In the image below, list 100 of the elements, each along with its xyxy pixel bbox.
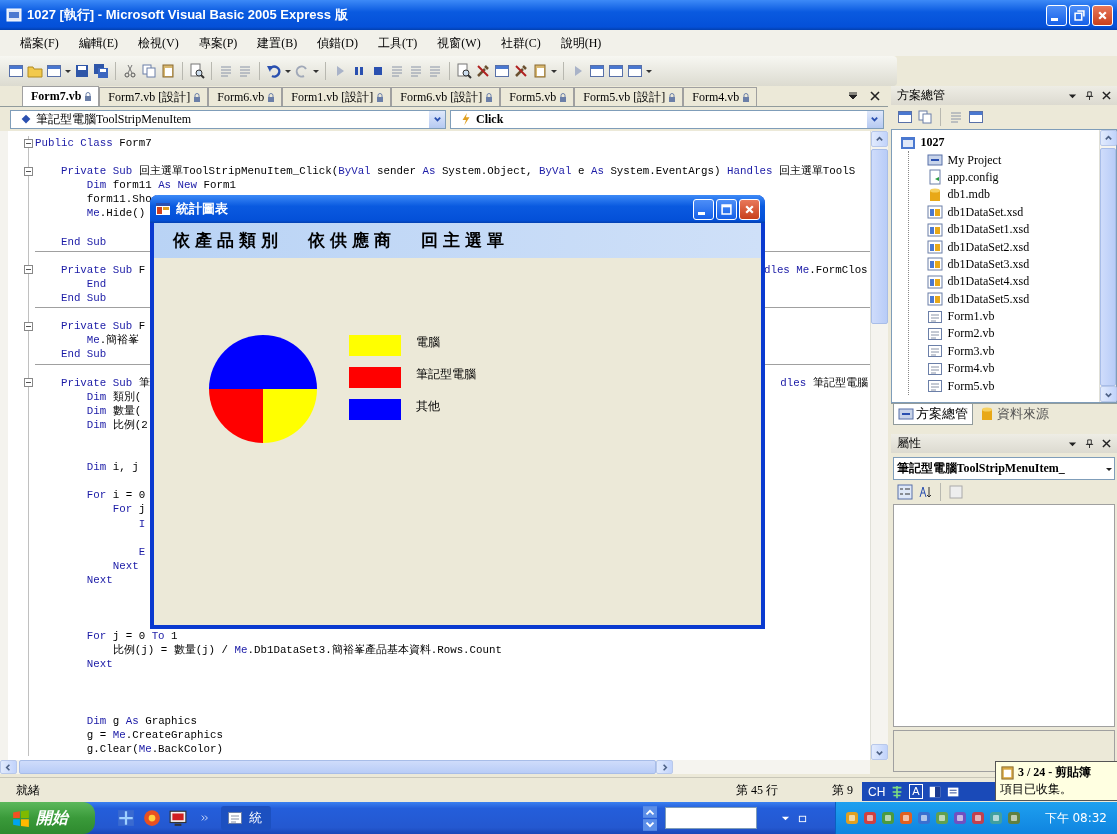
pin-icon[interactable]: [1085, 91, 1094, 100]
document-tab[interactable]: Form7.vb: [22, 86, 100, 106]
scrollbar-thumb[interactable]: [1100, 148, 1116, 386]
document-tab[interactable]: Form5.vb [設計]: [574, 87, 684, 106]
tray-icon[interactable]: [898, 810, 914, 826]
tree-item[interactable]: Form2.vb: [947, 326, 995, 342]
scroll-up-button[interactable]: [643, 805, 657, 818]
minimize-button[interactable]: [693, 198, 714, 220]
restore-icon[interactable]: [798, 813, 807, 823]
tray-icon[interactable]: [844, 810, 860, 826]
pin-icon[interactable]: [1085, 439, 1094, 448]
tree-item[interactable]: db1.mdb: [947, 187, 990, 203]
vertical-scrollbar[interactable]: [1099, 130, 1116, 402]
scissors-icon[interactable]: [122, 63, 138, 79]
input-field[interactable]: [665, 807, 757, 829]
dropdown-caret-icon[interactable]: [847, 91, 858, 101]
close-icon[interactable]: [869, 91, 880, 101]
scroll-up-button[interactable]: [1100, 130, 1117, 146]
scroll-left-button[interactable]: [0, 760, 17, 774]
close-icon[interactable]: [1102, 439, 1111, 448]
tree-item[interactable]: app.config: [947, 169, 999, 185]
grid-icon[interactable]: [117, 809, 135, 827]
window-icon[interactable]: [896, 109, 913, 125]
wrench-icon[interactable]: [475, 63, 491, 79]
tray-icon[interactable]: [916, 810, 932, 826]
sort-icon[interactable]: [916, 484, 933, 500]
panel-tab[interactable]: 方案總管: [892, 404, 973, 425]
object-dropdown[interactable]: 筆記型電腦ToolStripMenuItem: [10, 109, 446, 129]
tree-item[interactable]: 1027: [920, 135, 945, 151]
wrench-icon[interactable]: [513, 63, 529, 79]
window-icon[interactable]: [967, 109, 984, 125]
collapse-icon[interactable]: [24, 138, 33, 148]
menu-item[interactable]: 編輯(E): [78, 34, 118, 52]
menu-item[interactable]: 偵錯(D): [317, 34, 358, 52]
tree-item[interactable]: db1DataSet.xsd: [947, 204, 1024, 220]
menu-item[interactable]: 工具(T): [378, 34, 418, 52]
tray-icon[interactable]: [952, 810, 968, 826]
scroll-down-button[interactable]: [1100, 386, 1117, 402]
menu-item[interactable]: 依供應商: [308, 229, 396, 252]
horizontal-scrollbar[interactable]: [0, 760, 870, 774]
menu-item[interactable]: 檔案(F): [20, 34, 59, 52]
scroll-right-button[interactable]: [656, 760, 673, 774]
close-icon[interactable]: [1102, 91, 1111, 100]
event-dropdown[interactable]: Click: [450, 109, 884, 129]
tree-item[interactable]: Form5.vb: [947, 378, 995, 394]
window-icon[interactable]: [589, 63, 605, 79]
document-tab[interactable]: Form6.vb [設計]: [391, 87, 501, 106]
search-icon[interactable]: [456, 63, 472, 79]
language-indicator[interactable]: CH: [868, 784, 886, 799]
tree-item[interactable]: db1DataSet3.xsd: [947, 256, 1030, 272]
clipboard-icon[interactable]: [532, 63, 548, 79]
scroll-down-button[interactable]: [643, 818, 657, 831]
window-icon[interactable]: [8, 63, 24, 79]
tray-icon[interactable]: [862, 810, 878, 826]
scroll-down-button[interactable]: [870, 744, 888, 760]
document-tab[interactable]: Form7.vb [設計]: [99, 87, 209, 106]
collapse-icon[interactable]: [24, 166, 33, 176]
menu-item[interactable]: 檢視(V): [138, 34, 179, 52]
tree-item[interactable]: Form3.vb: [947, 343, 995, 359]
object-dropdown[interactable]: 筆記型電腦ToolStripMenuItem_: [892, 457, 1115, 480]
mode-button[interactable]: A: [909, 784, 923, 799]
tree-item[interactable]: db1DataSet2.xsd: [947, 239, 1030, 255]
document-tab[interactable]: Form6.vb: [208, 87, 283, 106]
chevron-icon[interactable]: [201, 814, 209, 822]
collapse-icon[interactable]: [24, 321, 33, 331]
window-icon[interactable]: [46, 63, 62, 79]
copy-icon[interactable]: [916, 109, 933, 125]
minimize-button[interactable]: [1046, 4, 1067, 26]
tree-item[interactable]: Form1.vb: [947, 309, 995, 325]
collapse-icon[interactable]: [24, 378, 33, 388]
collapse-icon[interactable]: [24, 265, 33, 275]
tree-item[interactable]: db1DataSet1.xsd: [947, 222, 1030, 238]
scroll-up-button[interactable]: [870, 131, 888, 147]
tree-item[interactable]: db1DataSet5.xsd: [947, 291, 1030, 307]
taskbar-button[interactable]: 統: [221, 806, 271, 830]
close-button[interactable]: [1092, 4, 1113, 26]
start-button[interactable]: 開始: [0, 802, 95, 834]
categorized-icon[interactable]: [896, 484, 913, 500]
copy-icon[interactable]: [141, 63, 157, 79]
half-width-icon[interactable]: [927, 784, 942, 799]
document-tab[interactable]: Form5.vb: [500, 87, 575, 106]
window-icon[interactable]: [608, 63, 624, 79]
tree-item[interactable]: Form4.vb: [947, 361, 995, 377]
document-tab[interactable]: Form4.vb: [683, 87, 758, 106]
save-all-icon[interactable]: [93, 63, 109, 79]
scrollbar-thumb[interactable]: [19, 760, 656, 774]
maximize-button[interactable]: [716, 198, 737, 220]
window-icon[interactable]: [494, 63, 510, 79]
document-tab[interactable]: Form1.vb [設計]: [282, 87, 392, 106]
tree-item[interactable]: db1DataSet4.xsd: [947, 274, 1030, 290]
menu-item[interactable]: 建置(B): [257, 34, 298, 52]
tray-icon[interactable]: [1006, 810, 1022, 826]
clipboard-icon[interactable]: [160, 63, 176, 79]
panel-tab[interactable]: 資料來源: [974, 404, 1053, 424]
close-button[interactable]: [739, 198, 760, 220]
tree-item[interactable]: My Project: [947, 152, 1002, 168]
menu-item[interactable]: 依產品類別: [173, 229, 283, 252]
menu-item[interactable]: 視窗(W): [437, 34, 481, 52]
menu-item[interactable]: 回主選單: [421, 229, 509, 252]
menu-item[interactable]: 專案(P): [198, 34, 238, 52]
